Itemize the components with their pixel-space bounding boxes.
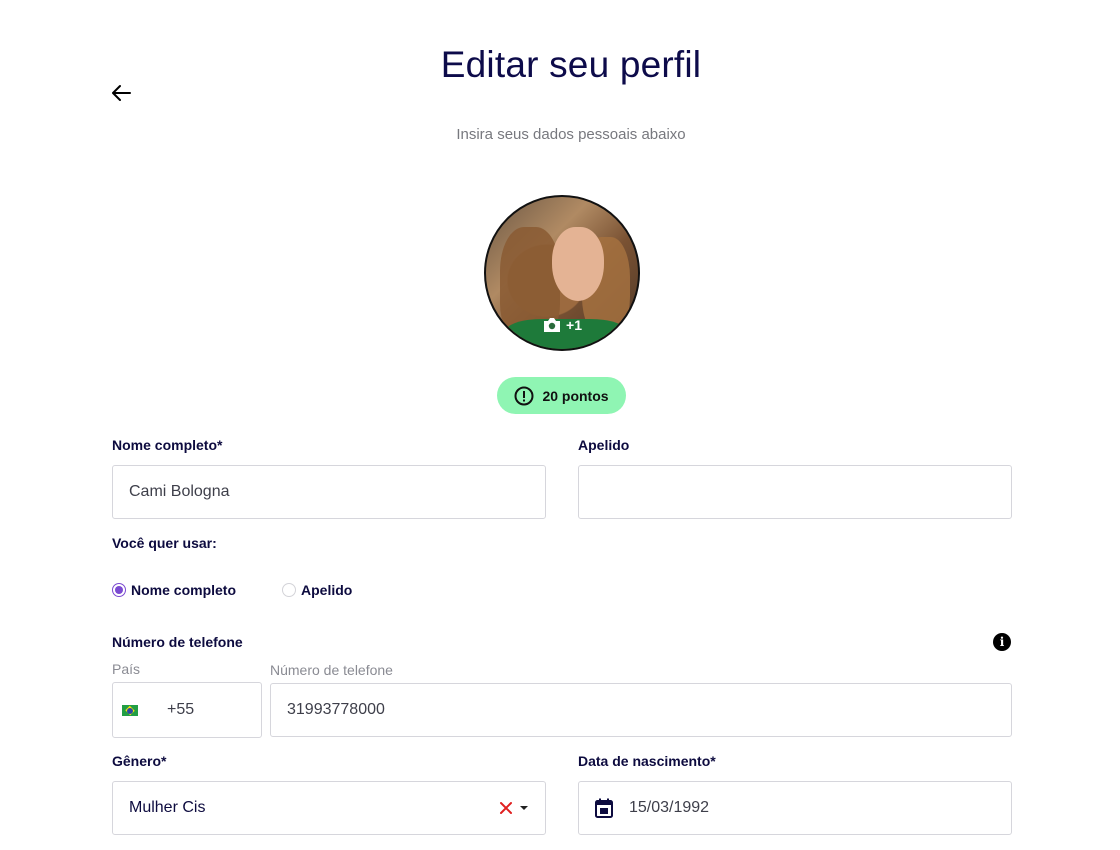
radio-full-name-indicator[interactable] <box>112 583 126 597</box>
radio-nickname[interactable]: Apelido <box>282 582 352 598</box>
phone-number-input[interactable]: 31993778000 <box>270 683 1012 737</box>
birthdate-value: 15/03/1992 <box>629 799 710 816</box>
use-preference-radio-group: Nome completo Apelido <box>112 582 398 598</box>
add-photo-overlay[interactable]: +1 <box>486 317 638 333</box>
radio-nickname-indicator[interactable] <box>282 583 297 597</box>
page-title: Editar seu perfil <box>440 44 702 85</box>
brazil-flag-icon <box>122 704 138 716</box>
chevron-down-icon[interactable] <box>519 805 529 811</box>
country-code: +55 <box>167 701 195 718</box>
edit-profile-page: Editar seu perfil Insira seus dados pess… <box>0 0 1120 850</box>
nickname-label: Apelido <box>578 437 630 453</box>
full-name-input[interactable]: Cami Bologna <box>112 465 546 519</box>
page-subtitle: Insira seus dados pessoais abaixo <box>456 126 686 143</box>
use-preference-label: Você quer usar: <box>112 535 217 551</box>
gender-label: Gênero* <box>112 753 167 769</box>
nickname-input[interactable] <box>578 465 1012 519</box>
camera-icon <box>544 318 561 332</box>
points-badge: 20 pontos <box>497 377 626 414</box>
calendar-icon[interactable] <box>595 798 613 818</box>
country-select[interactable]: +55 <box>112 682 262 738</box>
country-label: País <box>112 661 141 677</box>
full-name-label: Nome completo* <box>112 437 223 453</box>
phone-number-label: Número de telefone <box>270 662 393 678</box>
birthdate-label: Data de nascimento* <box>578 753 716 769</box>
phone-number-value: 31993778000 <box>287 701 385 718</box>
gender-select[interactable]: Mulher Cis <box>112 781 546 835</box>
phone-label: Número de telefone <box>112 634 243 650</box>
arrow-left-icon <box>112 85 131 101</box>
birthdate-input[interactable]: 15/03/1992 <box>578 781 1012 835</box>
avatar[interactable]: +1 <box>484 195 640 351</box>
clear-icon[interactable] <box>499 801 513 815</box>
radio-full-name-label: Nome completo <box>131 582 237 598</box>
points-label: 20 pontos <box>542 387 609 404</box>
full-name-value: Cami Bologna <box>129 483 230 500</box>
radio-nickname-label: Apelido <box>301 582 353 598</box>
gender-value: Mulher Cis <box>129 799 206 816</box>
radio-full-name[interactable]: Nome completo <box>112 582 236 598</box>
info-icon[interactable]: i <box>993 633 1011 651</box>
alert-circle-icon <box>514 386 534 405</box>
photo-count: +1 <box>566 317 582 333</box>
